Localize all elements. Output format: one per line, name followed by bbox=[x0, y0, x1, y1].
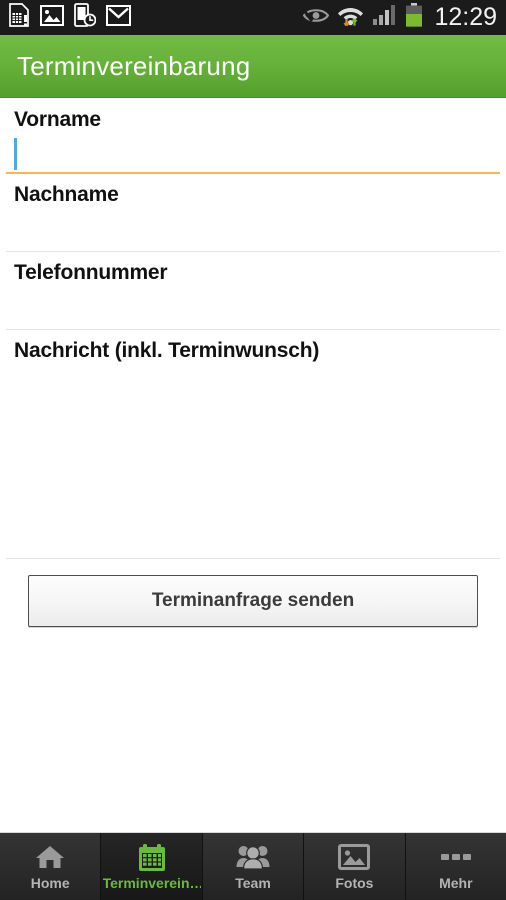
submit-button-container: Terminanfrage senden bbox=[0, 559, 506, 627]
home-icon bbox=[35, 842, 65, 872]
input-nachricht[interactable] bbox=[0, 364, 506, 525]
field-telefonnummer[interactable]: Telefonnummer bbox=[0, 252, 506, 329]
input-nachname[interactable] bbox=[0, 208, 506, 241]
app-title-bar: Terminvereinbarung bbox=[0, 35, 506, 98]
input-telefonnummer[interactable] bbox=[0, 286, 506, 319]
tab-label-mehr: Mehr bbox=[439, 875, 473, 891]
battery-icon bbox=[405, 3, 423, 32]
tab-label-terminvereinbarung: Terminverein… bbox=[102, 875, 201, 891]
text-caret bbox=[14, 138, 17, 170]
appointment-form: Vorname Nachname Telefonnummer Nachricht… bbox=[0, 99, 506, 832]
field-nachname[interactable]: Nachname bbox=[0, 174, 506, 251]
tab-team[interactable]: Team bbox=[202, 833, 305, 900]
smart-stay-eye-icon bbox=[302, 7, 330, 29]
tab-label-fotos: Fotos bbox=[335, 875, 374, 891]
gmail-icon bbox=[106, 4, 131, 31]
phone-clock-icon bbox=[74, 3, 97, 32]
tab-terminvereinbarung[interactable]: Terminverein… bbox=[101, 833, 203, 900]
input-vorname[interactable] bbox=[0, 133, 506, 166]
field-label-vorname: Vorname bbox=[14, 108, 101, 131]
send-appointment-request-button[interactable]: Terminanfrage senden bbox=[28, 575, 478, 627]
sim-card-icon bbox=[8, 3, 30, 32]
wifi-transfer-icon bbox=[337, 3, 364, 32]
calendar-icon bbox=[137, 842, 167, 872]
app-screen: 12:29 Terminvereinbarung Vorname Nachnam… bbox=[0, 0, 506, 900]
more-dots-icon bbox=[440, 842, 472, 872]
tab-label-team: Team bbox=[235, 875, 271, 891]
status-bar-right-icons: 12:29 bbox=[302, 3, 497, 32]
field-vorname[interactable]: Vorname bbox=[0, 99, 506, 172]
field-label-nachname: Nachname bbox=[14, 183, 119, 206]
status-bar-left-icons bbox=[8, 3, 131, 32]
tab-label-home: Home bbox=[30, 875, 70, 891]
page-title: Terminvereinbarung bbox=[17, 50, 251, 81]
tab-home[interactable]: Home bbox=[0, 833, 102, 900]
people-icon bbox=[236, 842, 270, 872]
tab-fotos[interactable]: Fotos bbox=[304, 833, 406, 900]
bottom-tab-bar: Home Terminverein… Team Fotos Mehr bbox=[0, 832, 506, 900]
field-nachricht[interactable]: Nachricht (inkl. Terminwunsch) bbox=[0, 330, 506, 558]
status-bar: 12:29 bbox=[0, 0, 506, 35]
signal-bars-icon bbox=[372, 4, 397, 31]
field-label-nachricht: Nachricht (inkl. Terminwunsch) bbox=[14, 339, 320, 362]
field-label-telefonnummer: Telefonnummer bbox=[14, 261, 168, 284]
status-clock: 12:29 bbox=[434, 3, 497, 31]
tab-mehr[interactable]: Mehr bbox=[405, 833, 506, 900]
gallery-icon bbox=[40, 4, 64, 31]
photo-icon bbox=[338, 842, 371, 872]
